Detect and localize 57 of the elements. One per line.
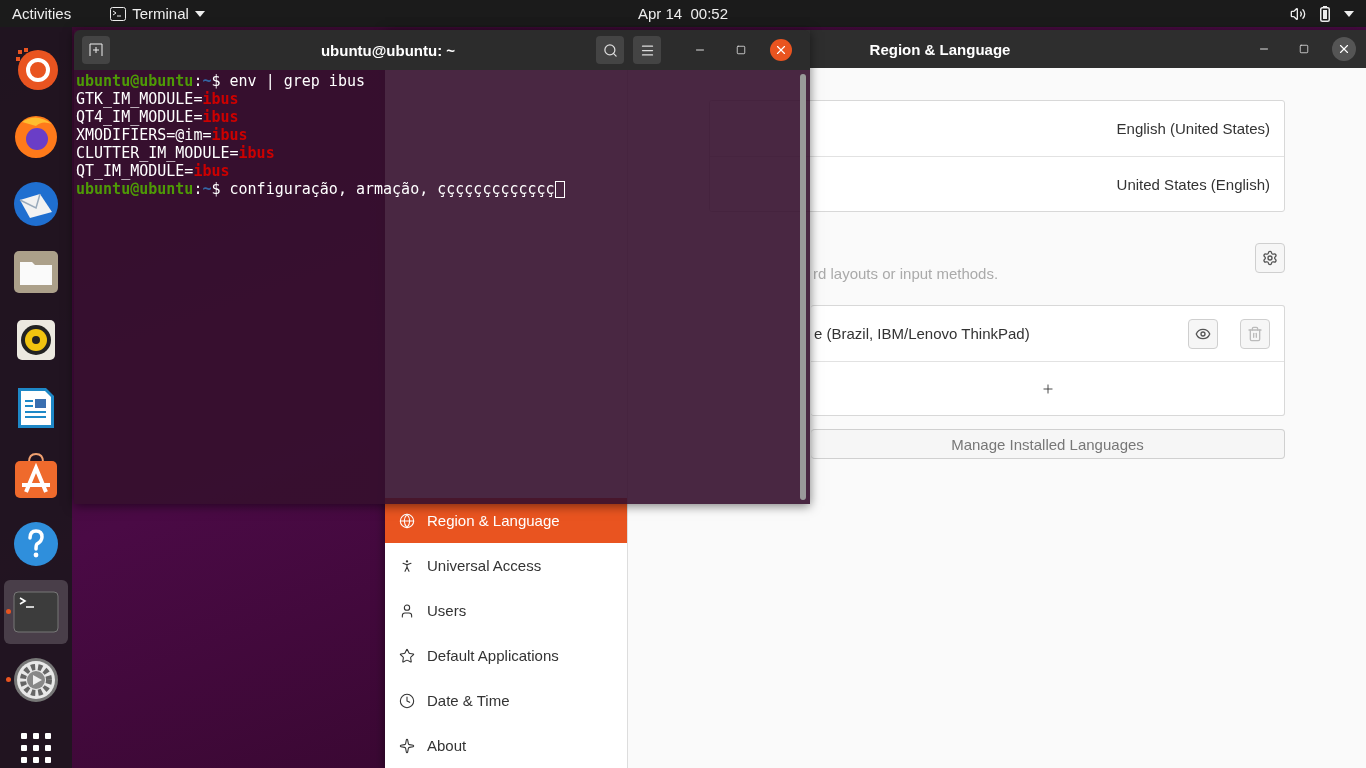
maximize-icon xyxy=(1299,44,1309,54)
close-button[interactable] xyxy=(770,39,792,61)
search-button[interactable] xyxy=(596,36,624,64)
activities-button[interactable]: Activities xyxy=(12,5,72,22)
caret-icon[interactable] xyxy=(1344,10,1354,17)
app-menu[interactable]: Terminal xyxy=(132,5,189,22)
input-source-name: e (Brazil, IBM/Lenovo ThinkPad) xyxy=(814,325,1030,342)
manage-languages-button[interactable]: Manage Installed Languages xyxy=(811,429,1285,459)
sidebar-item[interactable]: Users xyxy=(385,588,627,633)
window-title: ubuntu@ubuntu: ~ xyxy=(320,41,456,59)
menu-icon xyxy=(639,42,655,58)
battery-icon[interactable] xyxy=(1320,5,1330,22)
shopping-bag-icon[interactable] xyxy=(12,452,60,500)
maximize-icon xyxy=(736,45,746,55)
star-icon xyxy=(399,647,415,664)
gear-icon[interactable] xyxy=(12,656,60,704)
sidebar-item[interactable]: Universal Access xyxy=(385,543,627,588)
settings-button[interactable] xyxy=(1255,243,1285,273)
row-value[interactable]: United States (English) xyxy=(1116,175,1270,193)
window-title: Region & Language xyxy=(869,40,1011,58)
close-icon xyxy=(774,43,788,57)
sidebar-item[interactable]: About xyxy=(385,723,627,768)
sidebar-item[interactable]: Date & Time xyxy=(385,678,627,723)
row-value[interactable]: English (United States) xyxy=(1116,120,1270,137)
sparkle-icon xyxy=(399,737,415,754)
prompt-line: ubuntu@ubuntu:~$ configuração, armação, ççççççççççççç xyxy=(76,180,565,198)
help-icon[interactable] xyxy=(12,520,60,568)
section-hint: rd layouts or input methods. xyxy=(813,265,999,283)
new-tab-button[interactable] xyxy=(82,36,110,64)
search-icon xyxy=(602,42,618,58)
output-line: XMODIFIERS=@im=ibus xyxy=(76,126,248,144)
output-line: QT4_IM_MODULE=ibus xyxy=(76,108,239,126)
globe-icon xyxy=(399,512,415,529)
folder-icon[interactable] xyxy=(12,248,60,296)
volume-icon[interactable] xyxy=(1290,5,1306,22)
gear-icon xyxy=(1262,250,1278,266)
trash-icon xyxy=(1247,325,1263,342)
person-icon xyxy=(399,557,415,574)
clock[interactable]: Apr 14 00:52 xyxy=(637,5,729,22)
close-button[interactable] xyxy=(1332,37,1356,61)
output-line: QT_IM_MODULE=ibus xyxy=(76,162,230,180)
sidebar-item[interactable]: Default Applications xyxy=(385,633,627,678)
new-tab-icon xyxy=(89,43,103,57)
user-icon xyxy=(399,602,415,619)
output-line: CLUTTER_IM_MODULE=ibus xyxy=(76,144,275,162)
caret-icon xyxy=(194,10,205,17)
preview-button[interactable] xyxy=(1188,318,1218,349)
envelope-icon[interactable] xyxy=(12,180,60,228)
terminal-icon xyxy=(110,6,127,21)
close-icon xyxy=(1337,42,1351,56)
scrollbar[interactable] xyxy=(800,74,806,500)
plus-icon xyxy=(1040,381,1055,396)
clock-icon xyxy=(399,692,415,709)
prompt-line: ubuntu@ubuntu:~$ env | grep ibus xyxy=(76,72,365,90)
app-grid-icon[interactable] xyxy=(19,731,53,765)
menu-button[interactable] xyxy=(633,36,661,64)
output-line: GTK_IM_MODULE=ibus xyxy=(76,90,239,108)
